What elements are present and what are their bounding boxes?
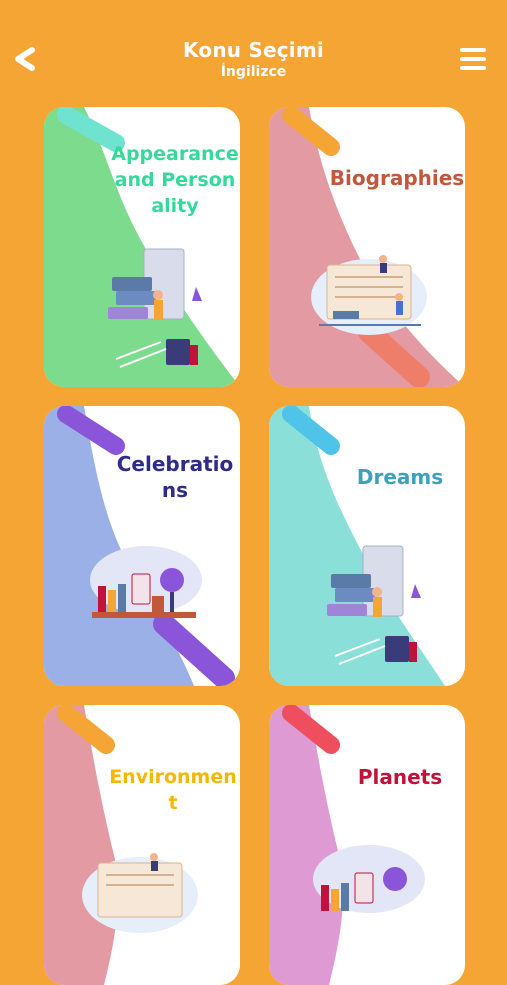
topic-label: Environment: [109, 766, 237, 814]
study-board-icon: [311, 255, 427, 335]
hamburger-menu-icon[interactable]: [458, 46, 488, 72]
study-board-icon: [82, 853, 198, 933]
books-reading-icon: [327, 545, 421, 665]
topic-label: Biographies: [329, 166, 465, 190]
topic-card-environment[interactable]: Environment: [44, 705, 240, 985]
bookshelf-globe-icon: [313, 845, 425, 913]
top-bar: Konu Seçimi İngilizce: [0, 0, 507, 95]
topic-label: Celebrations: [116, 452, 234, 502]
topic-card-biographies[interactable]: Biographies: [269, 107, 465, 387]
topic-card-dreams[interactable]: Dreams: [269, 406, 465, 686]
topic-label: Dreams: [356, 465, 444, 489]
topic-label: Planets: [357, 765, 443, 789]
topic-label: Appearance and Personality: [111, 143, 239, 217]
topic-card-planets[interactable]: Planets: [269, 705, 465, 985]
books-reading-icon: [108, 248, 202, 368]
topic-card-appearance-and-personality[interactable]: Appearance and Personality: [44, 107, 240, 387]
page-title: Konu Seçimi: [183, 38, 324, 62]
bookshelf-globe-icon: [90, 546, 202, 618]
page-subtitle: İngilizce: [220, 64, 287, 80]
topic-card-celebrations[interactable]: Celebrations: [44, 406, 240, 686]
